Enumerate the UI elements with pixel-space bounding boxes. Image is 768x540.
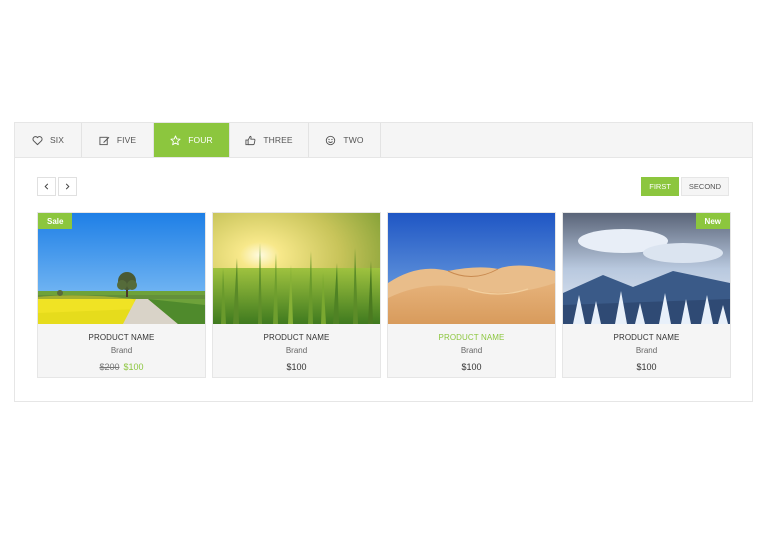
- tab-two[interactable]: TWO: [309, 123, 381, 157]
- tab-four[interactable]: FOUR: [154, 123, 230, 157]
- desert-dunes-photo[interactable]: [388, 213, 555, 324]
- tab-five[interactable]: FIVE: [82, 123, 154, 157]
- chevron-right-icon: [65, 183, 70, 190]
- product-price: $100: [286, 362, 307, 372]
- tab-label: THREE: [263, 135, 293, 145]
- product-price: $100: [636, 362, 657, 372]
- subtab-first[interactable]: FIRST: [641, 177, 679, 196]
- chevron-left-icon: [44, 183, 49, 190]
- prev-button[interactable]: [37, 177, 56, 196]
- tab-label: SIX: [49, 135, 64, 145]
- product-name[interactable]: PRODUCT NAME: [38, 333, 205, 345]
- tab-six[interactable]: SIX: [15, 123, 82, 157]
- snowy-mountain-photo[interactable]: New: [563, 213, 730, 324]
- product-tabs-widget: SIX FIVE FOUR THREE TWO FIRST SECOND Sal…: [14, 122, 753, 402]
- tab-label: FOUR: [188, 135, 213, 145]
- product-card[interactable]: PRODUCT NAME Brand $100: [212, 212, 381, 378]
- product-brand: Brand: [285, 346, 308, 355]
- subtab-second[interactable]: SECOND: [680, 177, 729, 196]
- edit-icon: [99, 135, 110, 146]
- new-badge: New: [695, 213, 730, 229]
- wheat-field-photo[interactable]: [213, 213, 380, 324]
- product-price: $200 $100: [38, 362, 205, 372]
- product-name[interactable]: PRODUCT NAME: [388, 333, 555, 345]
- smile-icon: [325, 135, 336, 146]
- thumbs-up-icon: [245, 135, 256, 146]
- carousel-nav: [37, 177, 77, 196]
- tab-bar: SIX FIVE FOUR THREE TWO: [15, 123, 752, 158]
- product-brand: Brand: [110, 346, 133, 355]
- heart-icon: [32, 135, 43, 146]
- tab-label: TWO: [343, 135, 364, 145]
- product-brand: Brand: [460, 346, 483, 355]
- subtab-group: FIRST SECOND: [641, 177, 729, 196]
- product-brand: Brand: [635, 346, 658, 355]
- road-field-photo[interactable]: Sale: [38, 213, 205, 324]
- tab-label: FIVE: [116, 135, 137, 145]
- product-price: $100: [461, 362, 482, 372]
- star-icon: [170, 134, 181, 146]
- sale-badge: Sale: [38, 213, 73, 229]
- product-list: Sale PRODUCT NAME Brand $200 $100 PRODUC…: [37, 212, 731, 378]
- product-name[interactable]: PRODUCT NAME: [213, 333, 380, 345]
- product-card[interactable]: PRODUCT NAME Brand $100: [387, 212, 556, 378]
- old-price: $200: [99, 362, 120, 372]
- product-card[interactable]: Sale PRODUCT NAME Brand $200 $100: [37, 212, 206, 378]
- tab-three[interactable]: THREE: [230, 123, 309, 157]
- product-card[interactable]: New PRODUCT NAME Brand $100: [562, 212, 731, 378]
- next-button[interactable]: [58, 177, 77, 196]
- product-name[interactable]: PRODUCT NAME: [563, 333, 730, 345]
- sale-price: $100: [123, 362, 144, 372]
